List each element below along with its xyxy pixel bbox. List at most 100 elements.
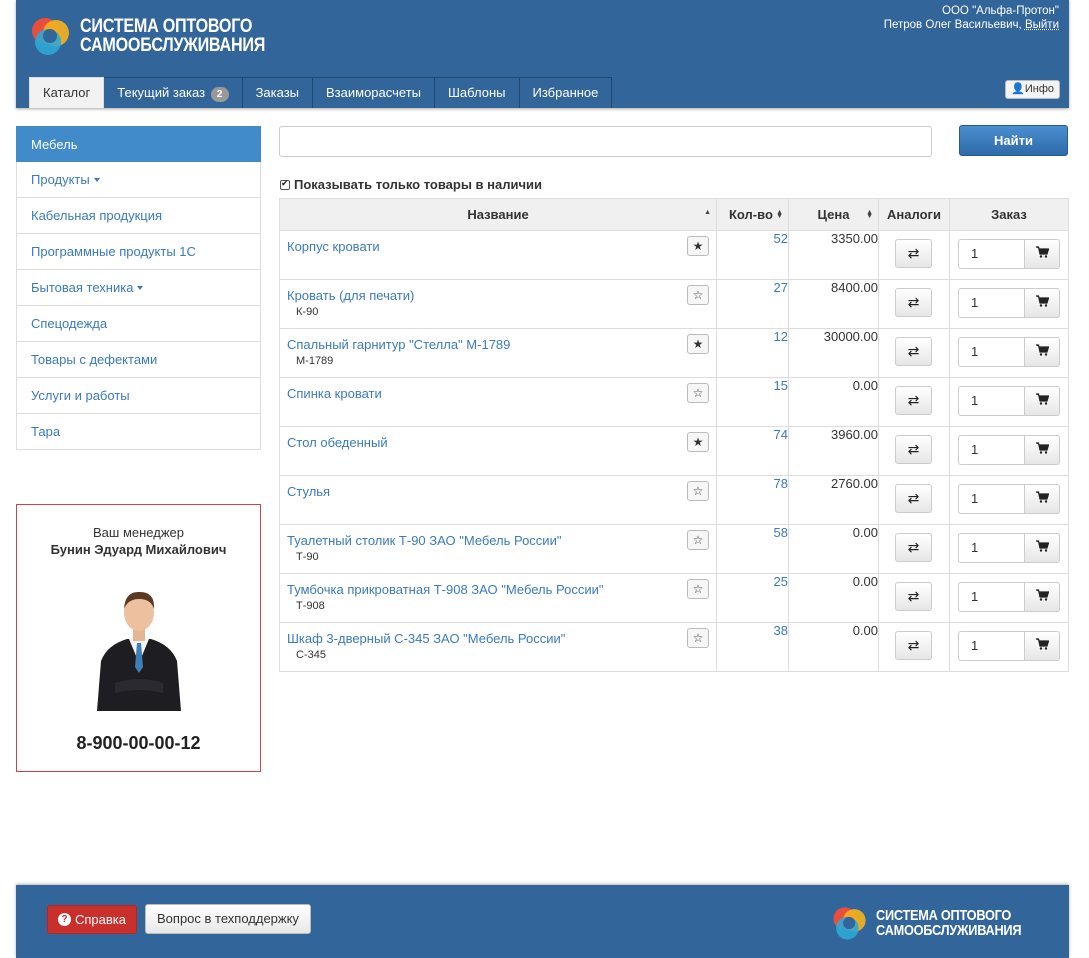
add-to-cart-button[interactable]: [1024, 288, 1060, 318]
product-link[interactable]: Корпус кровати: [280, 231, 716, 254]
in-stock-checkbox[interactable]: [280, 178, 290, 190]
favorite-star-button[interactable]: ★: [687, 334, 709, 354]
search-input[interactable]: [279, 126, 932, 157]
sidebar-item-products[interactable]: Продукты: [16, 162, 261, 198]
sidebar-item-workwear[interactable]: Спецодежда: [16, 306, 261, 342]
order-qty-input[interactable]: 1: [958, 337, 1025, 367]
tab-label: Текущий заказ: [117, 85, 206, 100]
add-to-cart-button[interactable]: [1024, 435, 1060, 465]
help-button[interactable]: ? Справка: [47, 905, 137, 934]
tab-favorites[interactable]: Избранное: [519, 77, 613, 108]
favorite-star-button[interactable]: ☆: [687, 285, 709, 305]
analogs-cell: ⇄: [878, 573, 950, 623]
analogs-button[interactable]: ⇄: [895, 533, 932, 562]
order-qty-input[interactable]: 1: [958, 533, 1025, 563]
analogs-button[interactable]: ⇄: [895, 337, 932, 366]
support-question-button[interactable]: Вопрос в техподдержку: [145, 904, 311, 934]
table-row: Туалетный столик Т-90 ЗАО "Мебель России…: [279, 524, 1069, 574]
order-qty-input[interactable]: 1: [958, 435, 1025, 465]
price-cell: 0.00: [788, 524, 879, 574]
sidebar-item-cables[interactable]: Кабельная продукция: [16, 198, 261, 234]
sidebar-item-label: Мебель: [31, 137, 78, 152]
order-qty-input[interactable]: 1: [958, 484, 1025, 514]
find-button[interactable]: Найти: [959, 125, 1068, 156]
stock-qty-link[interactable]: 12: [774, 329, 788, 344]
sidebar-item-containers[interactable]: Тара: [16, 414, 261, 450]
product-link[interactable]: Тумбочка прикроватная Т-908 ЗАО "Мебель …: [280, 574, 716, 597]
favorite-star-button[interactable]: ☆: [687, 579, 709, 599]
sidebar-item-appliances[interactable]: Бытовая техника: [16, 270, 261, 306]
tab-catalog[interactable]: Каталог: [29, 77, 105, 108]
stock-qty-link[interactable]: 27: [774, 280, 788, 295]
sidebar-item-defective[interactable]: Товары с дефектами: [16, 342, 261, 378]
brand-line-1: СИСТЕМА ОПТОВОГО: [876, 907, 1012, 924]
favorite-star-button[interactable]: ☆: [687, 383, 709, 403]
add-to-cart-button[interactable]: [1024, 582, 1060, 612]
product-link[interactable]: Стулья: [280, 476, 716, 499]
column-header-price[interactable]: Цена ▲ ▼: [788, 198, 879, 231]
add-to-cart-button[interactable]: [1024, 239, 1060, 269]
tab-current-order[interactable]: Текущий заказ 2: [104, 77, 243, 108]
favorite-star-button[interactable]: ★: [687, 236, 709, 256]
column-header-order: Заказ: [949, 198, 1069, 231]
analogs-button[interactable]: ⇄: [895, 582, 932, 611]
info-button[interactable]: 👤Инфо: [1005, 80, 1060, 99]
sidebar-item-label: Спецодежда: [31, 316, 108, 331]
sidebar-item-services[interactable]: Услуги и работы: [16, 378, 261, 414]
analogs-button[interactable]: ⇄: [895, 484, 932, 513]
logout-link[interactable]: Выйти: [1025, 19, 1059, 31]
analogs-button[interactable]: ⇄: [895, 288, 932, 317]
favorite-star-button[interactable]: ☆: [687, 530, 709, 550]
add-to-cart-button[interactable]: [1024, 631, 1060, 661]
price-cell: 0.00: [788, 622, 879, 672]
sidebar-item-furniture[interactable]: Мебель: [16, 126, 261, 162]
order-cell: 1: [949, 622, 1069, 672]
stock-qty-link[interactable]: 74: [774, 427, 788, 442]
caret-down-icon: [93, 178, 100, 182]
stock-qty-link[interactable]: 15: [774, 378, 788, 393]
stock-qty-link[interactable]: 52: [774, 231, 788, 246]
product-link[interactable]: Спинка кровати: [280, 378, 716, 401]
order-qty-input[interactable]: 1: [958, 631, 1025, 661]
favorite-star-button[interactable]: ☆: [687, 481, 709, 501]
stock-qty-link[interactable]: 38: [774, 623, 788, 638]
cart-icon: [1035, 589, 1049, 601]
analogs-button[interactable]: ⇄: [895, 631, 932, 660]
analogs-button[interactable]: ⇄: [895, 386, 932, 415]
manager-photo: [93, 583, 185, 711]
tab-templates[interactable]: Шаблоны: [435, 77, 520, 108]
add-to-cart-button[interactable]: [1024, 533, 1060, 563]
table-row: Тумбочка прикроватная Т-908 ЗАО "Мебель …: [279, 573, 1069, 623]
add-to-cart-button[interactable]: [1024, 337, 1060, 367]
in-stock-filter[interactable]: Показывать только товары в наличии: [280, 177, 542, 192]
add-to-cart-button[interactable]: [1024, 386, 1060, 416]
sidebar-item-1c-software[interactable]: Программные продукты 1С: [16, 234, 261, 270]
stock-qty-link[interactable]: 78: [774, 476, 788, 491]
product-link[interactable]: Спальный гарнитур "Стелла" М-1789: [280, 329, 716, 352]
order-qty-input[interactable]: 1: [958, 239, 1025, 269]
cart-icon: [1035, 344, 1049, 356]
column-header-qty[interactable]: Кол-во ▲ ▼: [716, 198, 789, 231]
top-header: СИСТЕМА ОПТОВОГО САМООБСЛУЖИВАНИЯ ООО "А…: [16, 0, 1069, 108]
product-link[interactable]: Кровать (для печати): [280, 280, 716, 303]
name-cell: Спальный гарнитур "Стелла" М-1789 М-1789 ★: [279, 328, 717, 378]
order-qty-input[interactable]: 1: [958, 386, 1025, 416]
product-link[interactable]: Туалетный столик Т-90 ЗАО "Мебель России…: [280, 525, 716, 548]
analogs-button[interactable]: ⇄: [895, 239, 932, 268]
stock-qty-link[interactable]: 25: [774, 574, 788, 589]
tab-orders[interactable]: Заказы: [242, 77, 314, 108]
brand-logo[interactable]: СИСТЕМА ОПТОВОГО САМООБСЛУЖИВАНИЯ: [28, 13, 298, 59]
order-qty-input[interactable]: 1: [958, 582, 1025, 612]
favorite-star-button[interactable]: ★: [687, 432, 709, 452]
analogs-button[interactable]: ⇄: [895, 435, 932, 464]
sort-both-icon: ▲ ▼: [776, 209, 783, 220]
stock-qty-link[interactable]: 58: [774, 525, 788, 540]
product-link[interactable]: Шкаф 3-дверный С-345 ЗАО "Мебель России": [280, 623, 716, 646]
product-code: Т-90: [296, 551, 319, 563]
tab-settlements[interactable]: Взаиморасчеты: [313, 77, 435, 108]
column-header-name[interactable]: Название ▲: [279, 198, 717, 231]
favorite-star-button[interactable]: ☆: [687, 628, 709, 648]
order-qty-input[interactable]: 1: [958, 288, 1025, 318]
add-to-cart-button[interactable]: [1024, 484, 1060, 514]
product-link[interactable]: Стол обеденный: [280, 427, 716, 450]
